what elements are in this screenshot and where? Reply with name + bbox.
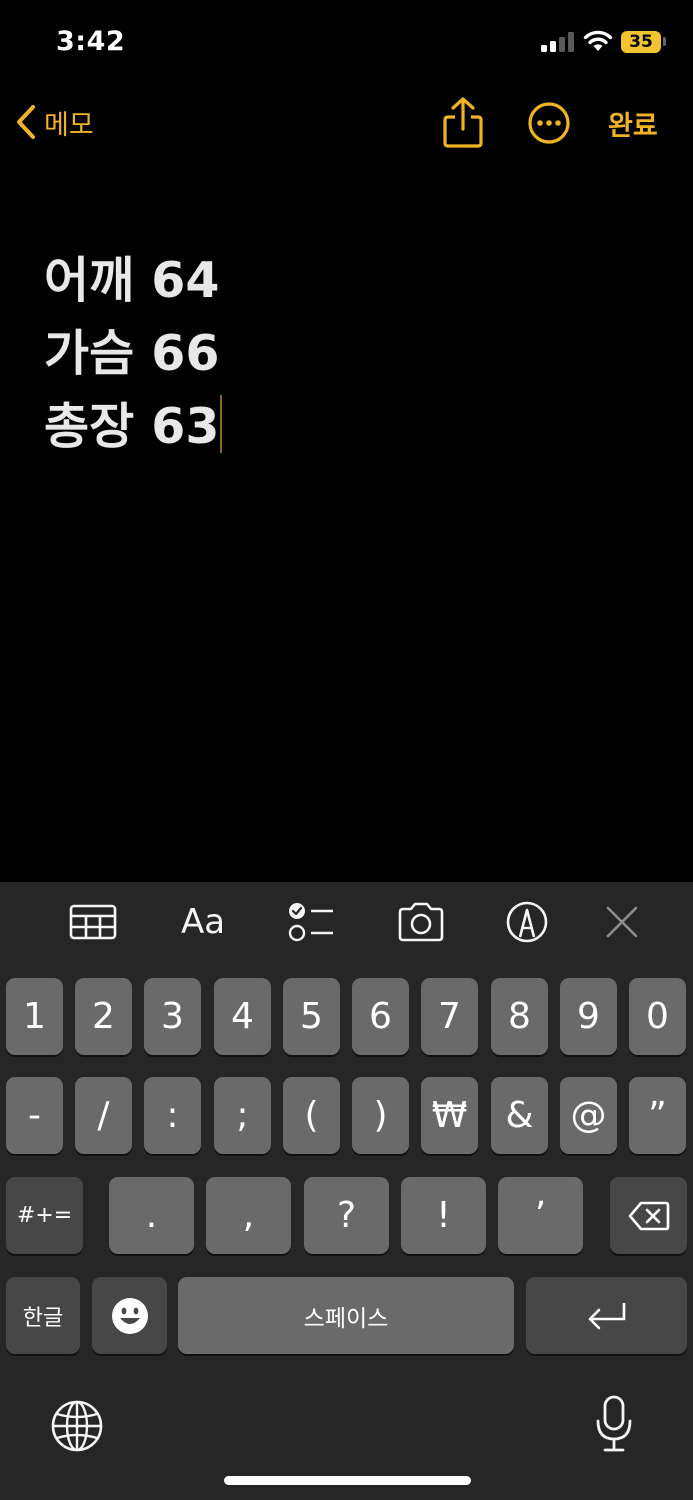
cellular-signal-icon: [541, 32, 577, 52]
emoji-key[interactable]: [92, 1277, 167, 1354]
key-7[interactable]: 7: [421, 978, 478, 1055]
key-close-paren[interactable]: ): [352, 1077, 409, 1154]
key-8[interactable]: 8: [491, 978, 548, 1055]
key-period[interactable]: .: [109, 1177, 194, 1254]
format-button[interactable]: Aa: [176, 896, 230, 948]
backspace-icon: [628, 1201, 669, 1230]
key-1[interactable]: 1: [6, 978, 63, 1055]
key-quote[interactable]: ”: [629, 1077, 686, 1154]
backspace-key[interactable]: [610, 1177, 687, 1254]
key-5[interactable]: 5: [283, 978, 340, 1055]
language-key[interactable]: 한글: [6, 1277, 80, 1354]
key-3[interactable]: 3: [144, 978, 201, 1055]
back-button[interactable]: 메모: [14, 100, 94, 144]
key-ampersand[interactable]: &: [491, 1077, 548, 1154]
checklist-icon[interactable]: [286, 896, 336, 948]
key-6[interactable]: 6: [352, 978, 409, 1055]
return-key[interactable]: [526, 1277, 687, 1354]
wifi-icon: [583, 30, 613, 51]
battery-icon: 35: [621, 31, 661, 53]
key-0[interactable]: 0: [629, 978, 686, 1055]
note-line[interactable]: 어깨 64: [44, 248, 644, 321]
key-apostrophe[interactable]: ’: [498, 1177, 583, 1254]
status-bar: 3:42 35: [0, 0, 693, 80]
key-open-paren[interactable]: (: [283, 1077, 340, 1154]
key-question[interactable]: ?: [304, 1177, 389, 1254]
note-line[interactable]: 총장 63: [44, 394, 644, 467]
table-icon[interactable]: [68, 896, 118, 948]
share-icon[interactable]: [440, 96, 486, 148]
space-key[interactable]: 스페이스: [178, 1277, 514, 1354]
keyboard-toolbar: Aa: [0, 882, 693, 962]
key-semicolon[interactable]: ;: [214, 1077, 271, 1154]
key-slash[interactable]: /: [75, 1077, 132, 1154]
note-line[interactable]: 가슴 66: [44, 321, 644, 394]
close-icon[interactable]: [602, 896, 642, 948]
keyboard: Aa 1 2 3 4 5 6 7 8 9 0 - /: ; () ₩ & @…: [0, 882, 693, 1500]
key-4[interactable]: 4: [214, 978, 271, 1055]
emoji-icon: [111, 1297, 148, 1334]
key-dash[interactable]: -: [6, 1077, 63, 1154]
key-9[interactable]: 9: [560, 978, 617, 1055]
nav-bar: 메모 완료: [0, 90, 693, 155]
more-options-icon[interactable]: [526, 100, 572, 146]
microphone-icon[interactable]: [594, 1395, 634, 1453]
home-indicator[interactable]: [224, 1476, 471, 1485]
camera-icon[interactable]: [396, 896, 446, 948]
key-symbols-mode[interactable]: #+=: [6, 1177, 83, 1254]
back-label: 메모: [44, 109, 94, 141]
key-exclamation[interactable]: !: [401, 1177, 486, 1254]
done-button[interactable]: 완료: [608, 104, 658, 143]
status-time: 3:42: [56, 26, 126, 57]
markup-pen-icon[interactable]: [504, 896, 550, 948]
note-editor[interactable]: 어깨 64 가슴 66 총장 63: [44, 248, 644, 467]
key-2[interactable]: 2: [75, 978, 132, 1055]
key-won[interactable]: ₩: [421, 1077, 478, 1154]
key-colon[interactable]: :: [144, 1077, 201, 1154]
globe-icon[interactable]: [50, 1399, 104, 1453]
return-icon: [588, 1302, 625, 1329]
text-caret: [220, 395, 223, 453]
chevron-left-icon: [17, 105, 35, 139]
key-comma[interactable]: ,: [206, 1177, 291, 1254]
key-at[interactable]: @: [560, 1077, 617, 1154]
battery-cap: [663, 37, 666, 46]
